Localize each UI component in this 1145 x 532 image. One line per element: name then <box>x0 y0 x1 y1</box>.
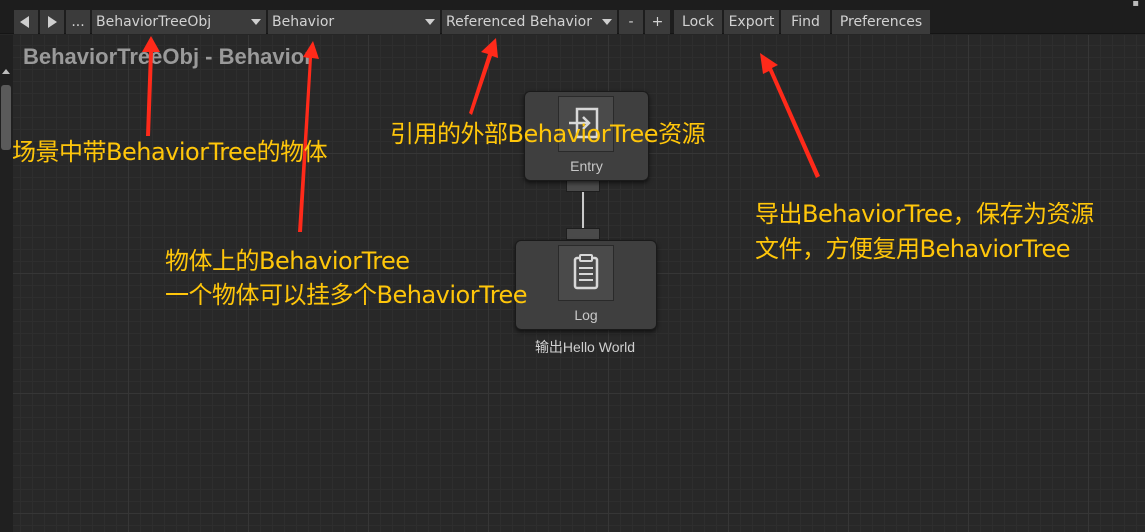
annotation-object-tree-line2: 一个物体可以挂多个BehaviorTree <box>165 281 528 309</box>
annotation-scene-object: 场景中带BehaviorTree的物体 <box>12 138 328 166</box>
annotation-object-tree-line1: 物体上的BehaviorTree <box>165 247 410 275</box>
annotation-export-line2: 文件，方便复用BehaviorTree <box>755 235 1071 263</box>
arrow-object-tree <box>298 41 319 232</box>
arrow-referenced <box>469 38 498 115</box>
arrow-scene-object <box>142 36 160 136</box>
arrow-export <box>760 53 820 178</box>
annotation-export-line1: 导出BehaviorTree，保存为资源 <box>755 200 1094 228</box>
annotation-referenced: 引用的外部BehaviorTree资源 <box>390 120 706 148</box>
